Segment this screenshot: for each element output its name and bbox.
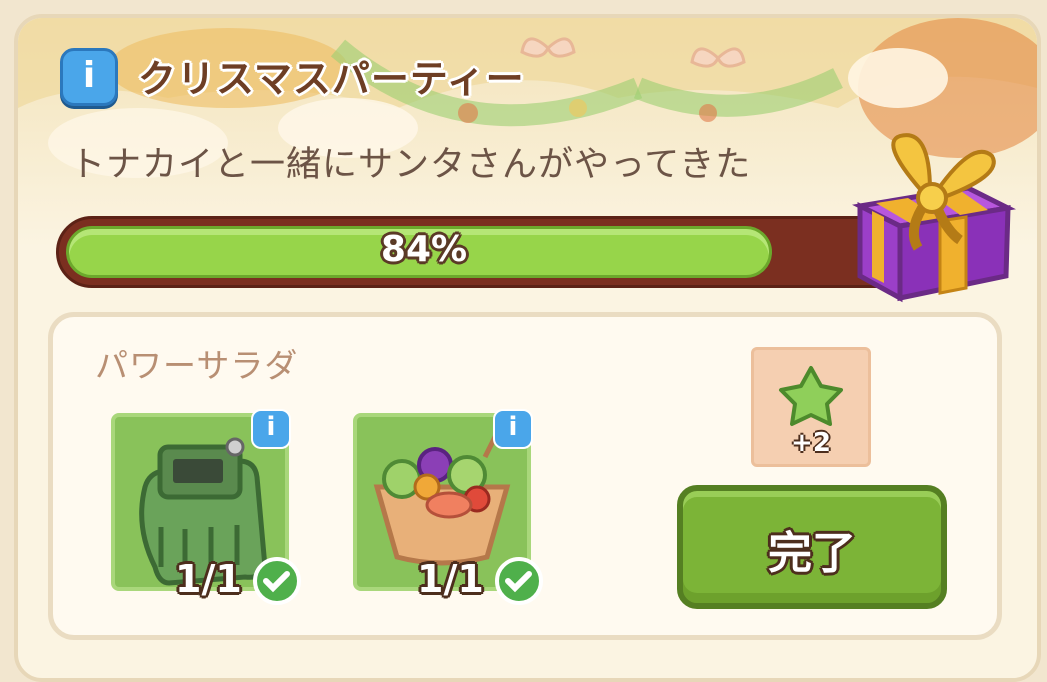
event-panel: i クリスマスパーティー トナカイと一緒にサンタさんがやってきた 84% パワー… xyxy=(14,14,1041,682)
ingredient-slot-glove[interactable]: i 1/1 xyxy=(111,409,301,605)
ingredient-count: 1/1 xyxy=(417,557,484,601)
event-description: トナカイと一緒にサンタさんがやってきた xyxy=(70,145,752,185)
info-button[interactable]: i xyxy=(60,48,118,106)
ingredient-count: 1/1 xyxy=(175,557,242,601)
recipe-name: パワーサラダ xyxy=(95,346,299,385)
ingredient-slot-salad[interactable]: i 1/1 xyxy=(353,409,543,605)
check-icon xyxy=(495,557,543,605)
check-icon xyxy=(253,557,301,605)
green-star-icon xyxy=(779,366,843,426)
info-icon: i xyxy=(82,55,96,96)
reward-slot[interactable]: +2 xyxy=(751,347,871,467)
progress-label: 84% xyxy=(380,229,468,270)
complete-button[interactable]: 完了 xyxy=(677,485,947,609)
ingredient-info-button[interactable]: i xyxy=(493,409,533,449)
reward-amount: +2 xyxy=(791,428,831,458)
recipe-card: パワーサラダ i 1/1 i 1/1 +2 完了 xyxy=(48,312,1002,640)
ingredient-info-button[interactable]: i xyxy=(251,409,291,449)
info-icon: i xyxy=(508,412,518,442)
progress-bar: 84% xyxy=(56,216,916,288)
complete-button-label: 完了 xyxy=(768,528,856,579)
gift-box-icon[interactable] xyxy=(848,126,1018,306)
info-icon: i xyxy=(266,412,276,442)
event-title: クリスマスパーティー xyxy=(138,57,525,101)
